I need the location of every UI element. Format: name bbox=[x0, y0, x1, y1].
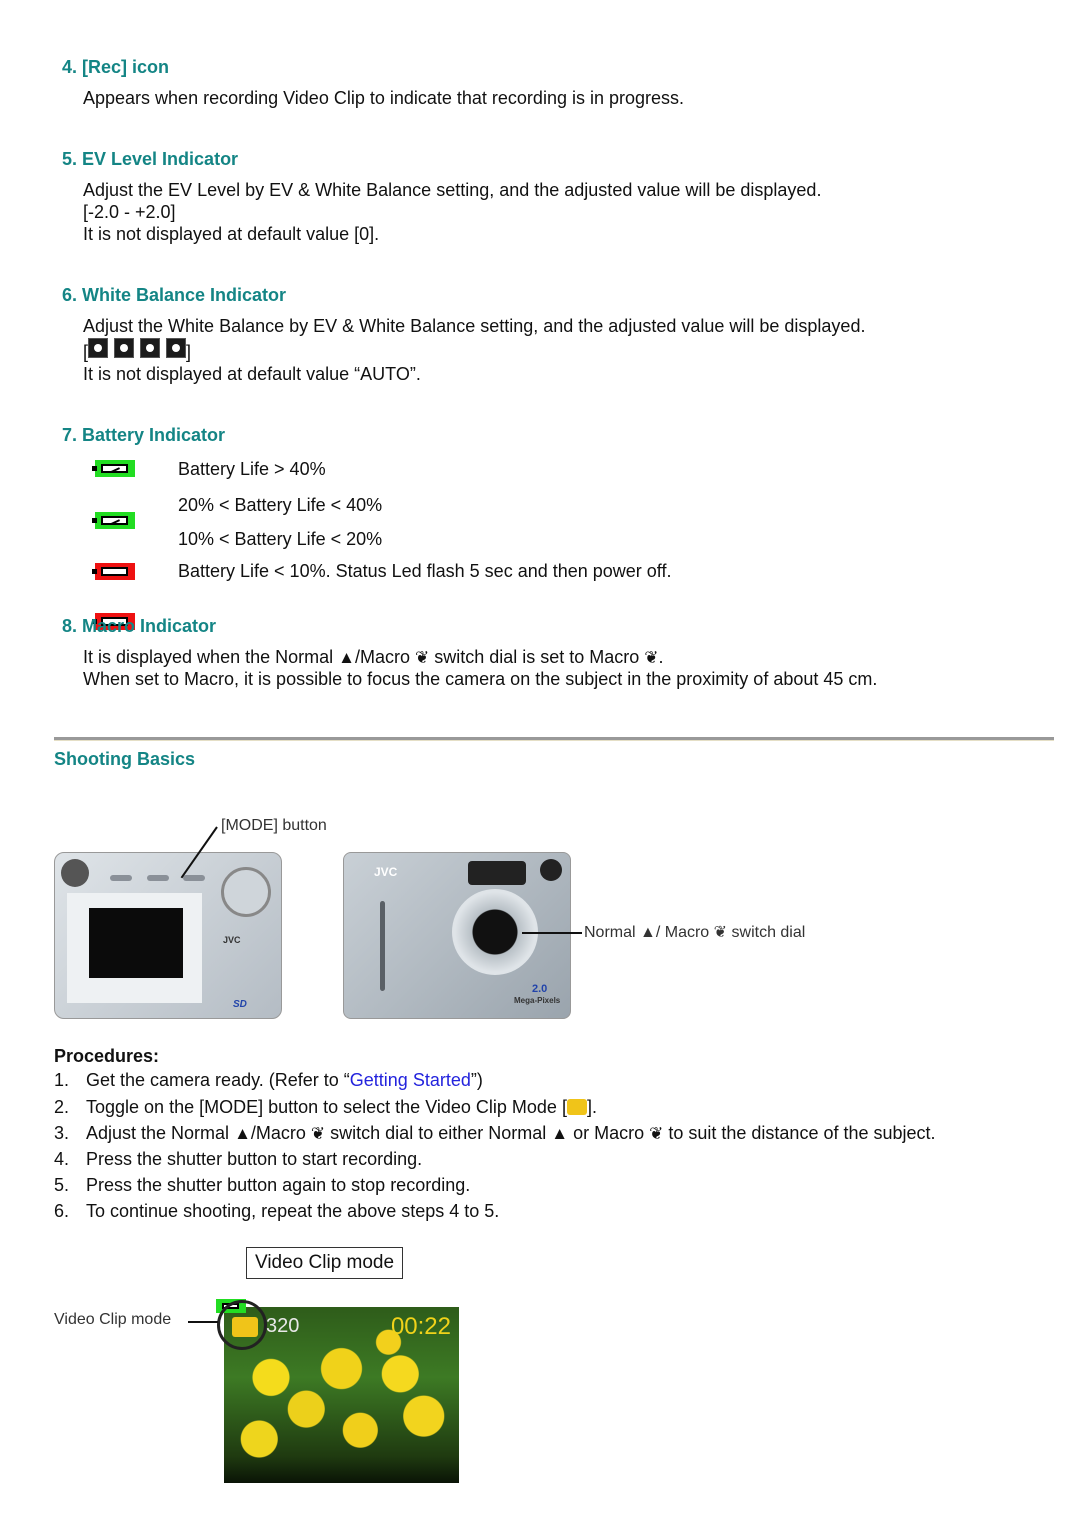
switch-dial-callout-line bbox=[522, 932, 582, 934]
dpad bbox=[221, 867, 271, 917]
video-clip-mode-callout: Video Clip mode bbox=[54, 1311, 172, 1328]
text: / Macro bbox=[655, 924, 714, 941]
megapixels-label: Mega-Pixels bbox=[514, 996, 561, 1005]
text: It is displayed when the Normal bbox=[83, 647, 339, 667]
procedure-step: 4. Press the shutter button to start reco… bbox=[54, 1148, 422, 1170]
macro-description-line1: It is displayed when the Normal ▲/Macro … bbox=[83, 646, 664, 669]
fluorescent-wb-icon bbox=[114, 338, 135, 358]
sensor bbox=[540, 859, 562, 881]
text: Normal bbox=[584, 924, 641, 941]
lcd-screen bbox=[89, 908, 183, 978]
flash bbox=[468, 861, 526, 885]
normal-mountain-icon: ▲ bbox=[234, 1124, 251, 1143]
section-heading-battery: 7. Battery Indicator bbox=[62, 425, 226, 445]
text: Get the camera ready. (Refer to “ bbox=[86, 1070, 350, 1090]
section-heading-ev-level: 5. EV Level Indicator bbox=[62, 149, 239, 169]
camera-brand: JVC bbox=[374, 865, 398, 879]
mode-button-caption: [MODE] button bbox=[221, 817, 327, 834]
normal-mountain-icon: ▲ bbox=[338, 648, 355, 667]
normal-mountain-icon: ▲ bbox=[551, 1124, 569, 1143]
procedure-step: 2. Toggle on the [MODE] button to select … bbox=[54, 1096, 597, 1118]
step-number: 3. bbox=[54, 1123, 70, 1143]
tungsten-wb-icon bbox=[166, 338, 187, 358]
white-balance-description: Adjust the White Balance by EV & White B… bbox=[83, 316, 866, 336]
text: . bbox=[658, 647, 664, 667]
rec-icon-description: Appears when recording Video Clip to ind… bbox=[83, 88, 685, 108]
macro-flower-icon: ❦ bbox=[713, 924, 728, 941]
battery-level-label: 20% < Battery Life < 40% bbox=[178, 495, 383, 515]
text: Press the shutter button again to stop r… bbox=[86, 1175, 471, 1195]
text: To continue shooting, repeat the above s… bbox=[86, 1201, 500, 1221]
white-balance-icons: [ ] bbox=[83, 338, 191, 363]
menu-button bbox=[183, 875, 205, 881]
battery-low-icon bbox=[92, 563, 135, 580]
macro-flower-icon: ❦ bbox=[649, 1124, 664, 1143]
text: to suit the distance of the subject. bbox=[663, 1123, 936, 1143]
text: switch dial is set to Macro bbox=[429, 647, 645, 667]
battery-level-label: Battery Life < 10%. Status Led flash 5 s… bbox=[178, 561, 672, 581]
battery-level-label: 10% < Battery Life < 20% bbox=[178, 529, 383, 549]
resolution-readout: 320 bbox=[266, 1315, 300, 1337]
sd-logo: SD bbox=[233, 999, 247, 1010]
step-number: 6. bbox=[54, 1201, 70, 1221]
ev-level-default: It is not displayed at default value [0]… bbox=[83, 224, 380, 244]
battery-level-label: Battery Life > 40% bbox=[178, 459, 326, 479]
step-number: 2. bbox=[54, 1097, 70, 1117]
section-heading-white-balance: 6. White Balance Indicator bbox=[62, 285, 287, 305]
white-balance-default: It is not displayed at default value “AU… bbox=[83, 364, 421, 384]
text: Toggle on the [MODE] button to select th… bbox=[86, 1097, 567, 1117]
text: ]. bbox=[586, 1097, 597, 1117]
procedure-step: 5. Press the shutter button again to stop… bbox=[54, 1174, 470, 1196]
ev-level-description: Adjust the EV Level by EV & White Balanc… bbox=[83, 180, 822, 200]
normal-mountain-icon: ▲ bbox=[640, 924, 656, 941]
macro-description-line2: When set to Macro, it is possible to foc… bbox=[83, 669, 878, 689]
grip bbox=[380, 901, 385, 991]
section-divider bbox=[54, 737, 1054, 741]
megapixels: 2.0 bbox=[532, 983, 548, 995]
callout-line bbox=[188, 1321, 218, 1323]
viewfinder bbox=[61, 859, 89, 887]
recording-timer: 00:22 bbox=[390, 1313, 451, 1340]
camera-front-image: JVC 2.0 Mega-Pixels bbox=[343, 852, 571, 1019]
video-clip-mode-box-label: Video Clip mode bbox=[246, 1247, 404, 1279]
text: Adjust the Normal bbox=[86, 1123, 235, 1143]
text: /Macro bbox=[250, 1123, 311, 1143]
macro-flower-icon: ❦ bbox=[414, 648, 430, 667]
text: switch dial bbox=[727, 924, 806, 941]
procedure-step: 1. Get the camera ready. (Refer to “Getti… bbox=[54, 1069, 483, 1091]
battery-full-icon bbox=[92, 460, 135, 477]
text: or Macro bbox=[568, 1123, 650, 1143]
step-number: 5. bbox=[54, 1175, 70, 1195]
text: Press the shutter button to start record… bbox=[86, 1149, 423, 1169]
camera-brand: JVC bbox=[223, 935, 241, 945]
ev-level-range: [-2.0 - +2.0] bbox=[83, 202, 176, 222]
text: /Macro bbox=[354, 647, 415, 667]
procedure-step: 3. Adjust the Normal ▲/Macro ❦ switch dia… bbox=[54, 1122, 936, 1145]
camera-back-image: JVC SD bbox=[54, 852, 282, 1019]
daylight-wb-icon bbox=[88, 338, 109, 358]
text: switch dial to either Normal bbox=[325, 1123, 552, 1143]
power-button bbox=[110, 875, 132, 881]
procedure-step: 6. To continue shooting, repeat the above… bbox=[54, 1200, 499, 1222]
battery-half-icon bbox=[92, 512, 135, 529]
callout-circle bbox=[217, 1300, 267, 1350]
macro-flower-icon: ❦ bbox=[644, 648, 659, 667]
getting-started-link[interactable]: Getting Started bbox=[350, 1070, 471, 1090]
cloudy-wb-icon bbox=[140, 338, 161, 358]
shooting-basics-heading: Shooting Basics bbox=[54, 749, 196, 769]
step-number: 1. bbox=[54, 1070, 70, 1090]
switch-dial-caption: Normal ▲/ Macro ❦ switch dial bbox=[584, 922, 805, 942]
step-number: 4. bbox=[54, 1149, 70, 1169]
procedures-title: Procedures: bbox=[54, 1046, 160, 1066]
section-heading-macro: 8. Macro Indicator bbox=[62, 616, 217, 636]
text: ”) bbox=[470, 1070, 483, 1090]
mode-button bbox=[147, 875, 169, 881]
video-clip-mode-icon bbox=[566, 1099, 587, 1115]
section-heading-rec-icon: 4. [Rec] icon bbox=[62, 57, 170, 77]
macro-flower-icon: ❦ bbox=[310, 1124, 326, 1143]
